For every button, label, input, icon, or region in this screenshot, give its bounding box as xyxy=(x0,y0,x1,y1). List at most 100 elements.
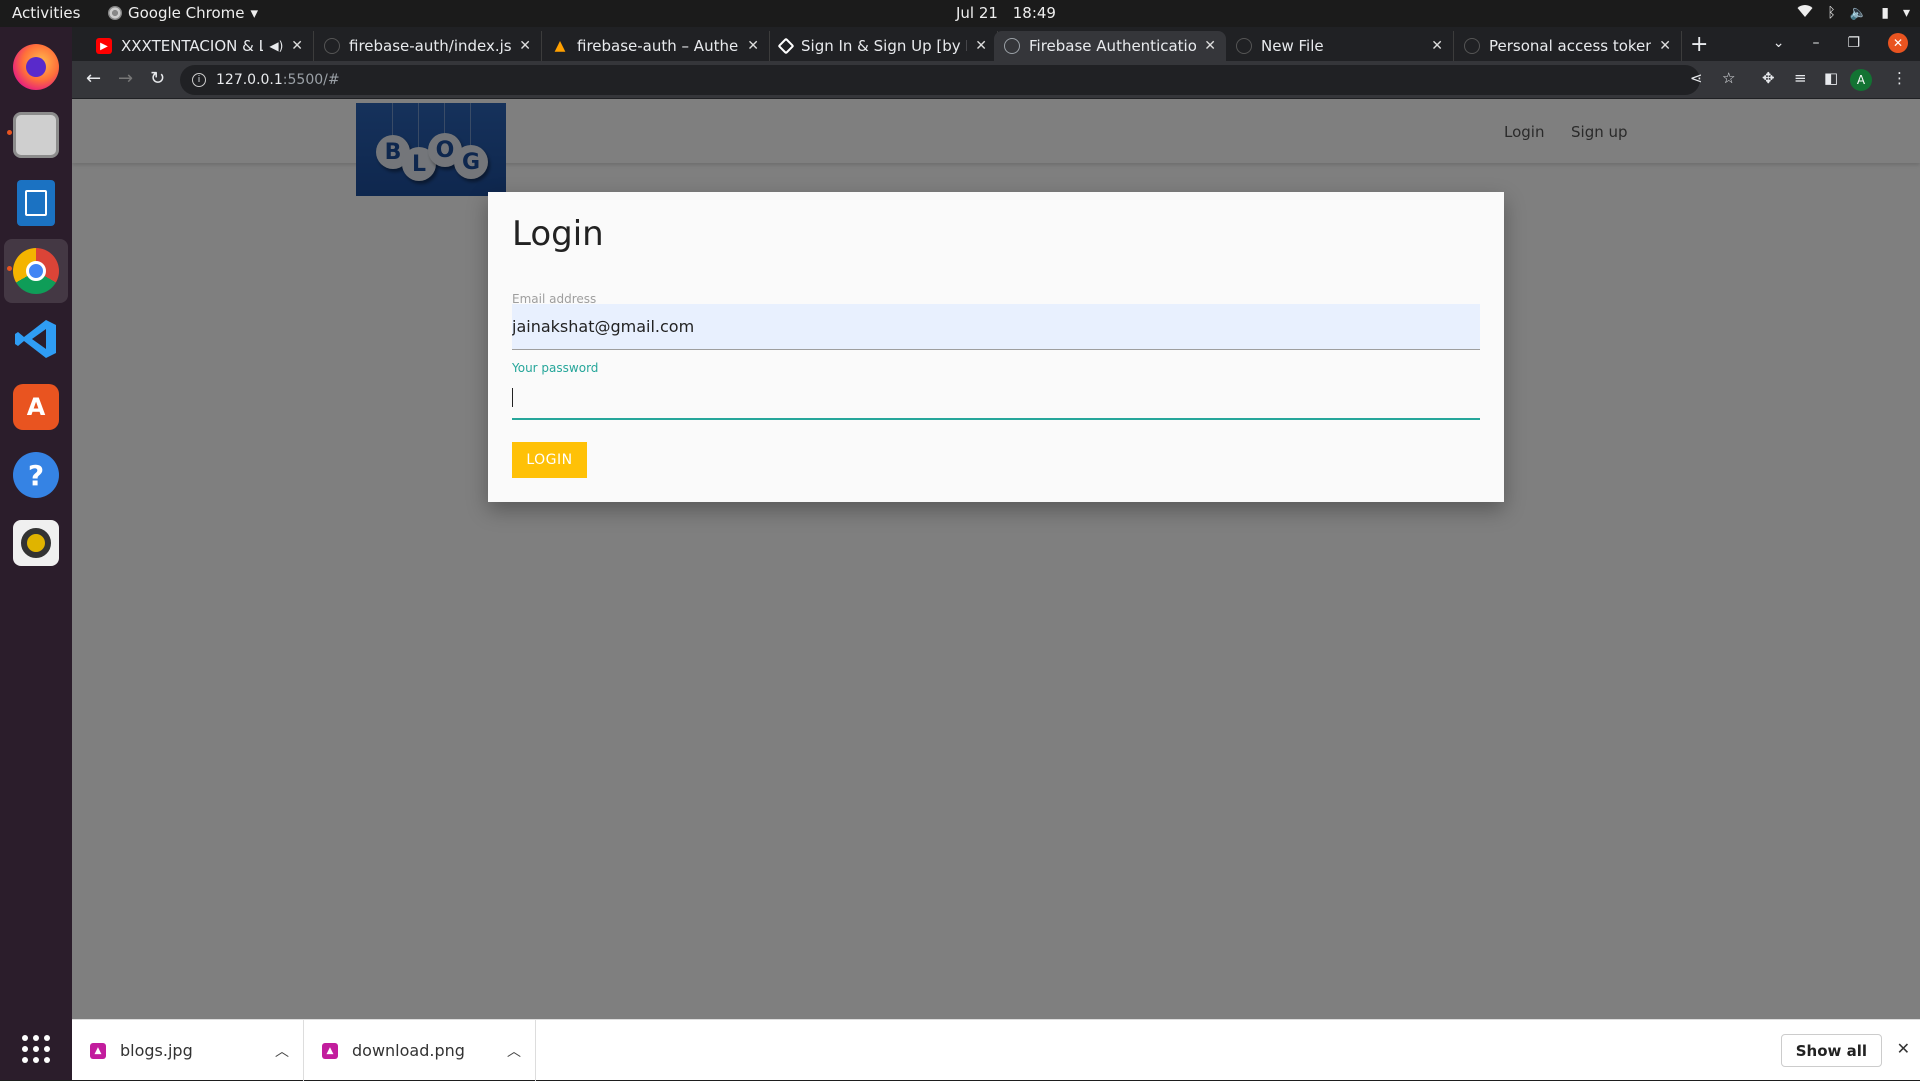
password-label: Your password xyxy=(512,361,599,375)
volume-icon: 🔈 xyxy=(1849,5,1868,21)
tab-search-chevron-icon[interactable]: ⌄ xyxy=(1773,35,1785,51)
close-icon[interactable]: ✕ xyxy=(975,38,987,54)
firebase-icon: ▲ xyxy=(554,38,566,54)
side-panel-icon[interactable]: ◧ xyxy=(1824,69,1838,87)
bluetooth-icon: ᛒ xyxy=(1827,5,1836,21)
app-center-icon: A xyxy=(13,384,59,430)
modal-title: Login xyxy=(512,214,604,254)
download-item[interactable]: ▲ blogs.jpg ︿ xyxy=(72,1020,304,1081)
clock[interactable]: Jul 21 18:49 xyxy=(956,4,1056,22)
system-tray[interactable]: ᛒ 🔈 ▮ ▾ xyxy=(1797,4,1910,22)
close-icon[interactable]: ✕ xyxy=(1204,38,1216,54)
login-button[interactable]: LOGIN xyxy=(512,442,587,478)
download-bar: ▲ blogs.jpg ︿ ▲ download.png ︿ Show all … xyxy=(72,1019,1920,1081)
chrome-app-icon xyxy=(108,6,122,20)
show-apps-button[interactable] xyxy=(4,1017,68,1081)
text-cursor xyxy=(512,388,513,407)
forward-arrow-icon[interactable]: → xyxy=(118,68,133,89)
tab-title: XXXTENTACION & Li xyxy=(121,37,264,55)
tab-personal-access-tokens[interactable]: Personal access tokens ✕ xyxy=(1454,31,1682,61)
audio-playing-icon: ◀) xyxy=(269,39,284,53)
tab-title: New File xyxy=(1261,37,1324,55)
reload-icon[interactable]: ↻ xyxy=(150,68,165,89)
chevron-up-icon[interactable]: ︿ xyxy=(507,1041,521,1061)
new-tab-button[interactable]: + xyxy=(1690,32,1708,57)
close-icon[interactable]: ✕ xyxy=(1431,38,1443,54)
dock-firefox[interactable] xyxy=(4,35,68,99)
clock-date: Jul 21 xyxy=(956,4,998,22)
clock-time: 18:49 xyxy=(1012,4,1056,22)
tab-firebase-authentication[interactable]: Firebase Authentication ✕ xyxy=(994,31,1226,61)
github-icon xyxy=(324,38,340,54)
activities-button[interactable]: Activities xyxy=(12,4,80,22)
caret-down-icon: ▾ xyxy=(250,4,259,22)
email-field[interactable] xyxy=(512,304,1480,350)
tab-title: firebase-auth – Authent xyxy=(577,37,740,55)
window-close-icon[interactable]: ✕ xyxy=(1888,33,1908,53)
help-icon: ? xyxy=(13,452,59,498)
youtube-icon: ▶ xyxy=(96,38,112,54)
bookmark-star-icon[interactable]: ☆ xyxy=(1722,69,1735,87)
github-icon xyxy=(1464,38,1480,54)
tab-new-file[interactable]: New File ✕ xyxy=(1226,31,1454,61)
vscode-icon xyxy=(13,316,59,362)
close-icon[interactable]: ✕ xyxy=(519,38,531,54)
login-modal: Login Email address Your password LOGIN xyxy=(488,192,1504,502)
codepen-icon xyxy=(777,37,795,55)
battery-icon: ▮ xyxy=(1881,5,1889,21)
image-file-icon: ▲ xyxy=(322,1042,338,1059)
restore-icon[interactable]: ❐ xyxy=(1847,35,1860,51)
app-menu-label: Google Chrome xyxy=(128,4,245,22)
tab-github-index[interactable]: firebase-auth/index.js a ✕ xyxy=(314,31,542,61)
dock-libreoffice-writer[interactable] xyxy=(4,171,68,235)
show-apps-icon xyxy=(22,1035,50,1063)
address-bar[interactable]: i 127.0.0.1:5500/# xyxy=(180,65,1700,95)
image-file-icon: ▲ xyxy=(90,1042,106,1059)
dock-help[interactable]: ? xyxy=(4,443,68,507)
close-icon[interactable]: ✕ xyxy=(1897,1039,1910,1058)
dock-vscode[interactable] xyxy=(4,307,68,371)
dock-app-center[interactable]: A xyxy=(4,375,68,439)
show-all-button[interactable]: Show all xyxy=(1780,1034,1882,1067)
extensions-puzzle-icon[interactable]: ✥ xyxy=(1762,69,1775,87)
window-controls: ⌄ – ❐ ✕ xyxy=(1773,33,1908,53)
dock-rhythmbox[interactable] xyxy=(4,511,68,575)
password-field[interactable] xyxy=(512,374,1480,420)
tab-codepen[interactable]: Sign In & Sign Up [by Bo ✕ xyxy=(770,31,998,61)
close-icon[interactable]: ✕ xyxy=(1659,38,1671,54)
firefox-icon xyxy=(13,44,59,90)
system-menu-caret-icon: ▾ xyxy=(1902,5,1910,21)
ubuntu-dock: A ? xyxy=(0,27,72,1080)
libreoffice-writer-icon xyxy=(17,180,55,226)
tab-title: firebase-auth/index.js a xyxy=(349,37,512,55)
close-icon[interactable]: ✕ xyxy=(291,38,303,54)
back-arrow-icon[interactable]: ← xyxy=(86,68,101,89)
download-filename: blogs.jpg xyxy=(120,1041,193,1060)
chrome-icon xyxy=(13,248,59,294)
globe-icon xyxy=(1004,38,1020,54)
close-icon[interactable]: ✕ xyxy=(747,38,759,54)
files-icon xyxy=(13,112,59,158)
url-path: :5500/# xyxy=(282,72,340,88)
tab-title: Personal access tokens xyxy=(1489,37,1652,55)
tab-firebase-console[interactable]: ▲ firebase-auth – Authent ✕ xyxy=(542,31,770,61)
download-item[interactable]: ▲ download.png ︿ xyxy=(304,1020,536,1081)
gnome-top-bar: Activities Google Chrome ▾ Jul 21 18:49 … xyxy=(0,0,1920,27)
app-menu[interactable]: Google Chrome ▾ xyxy=(108,4,258,22)
share-icon[interactable]: ⋖ xyxy=(1690,69,1703,87)
dock-chrome[interactable] xyxy=(4,239,68,303)
profile-avatar[interactable]: A xyxy=(1850,69,1872,91)
rhythmbox-icon xyxy=(13,520,59,566)
running-indicator xyxy=(7,266,12,271)
dock-files[interactable] xyxy=(4,103,68,167)
url-host: 127.0.0.1 xyxy=(216,72,283,88)
page-viewport: Login Sign up B L O G Login Email addres… xyxy=(72,99,1920,1019)
chrome-menu-icon[interactable]: ⋮ xyxy=(1892,69,1907,87)
media-queue-icon[interactable]: ≡ xyxy=(1794,69,1807,87)
site-info-icon[interactable]: i xyxy=(192,73,206,87)
minimize-icon[interactable]: – xyxy=(1812,35,1819,51)
chevron-up-icon[interactable]: ︿ xyxy=(275,1041,289,1061)
tab-title: Sign In & Sign Up [by Bo xyxy=(801,37,968,55)
browser-toolbar: ← → ↻ i 127.0.0.1:5500/# ⋖ ☆ ✥ ≡ ◧ A ⋮ xyxy=(72,61,1920,99)
tab-youtube[interactable]: ▶ XXXTENTACION & Li ◀) ✕ xyxy=(86,31,314,61)
